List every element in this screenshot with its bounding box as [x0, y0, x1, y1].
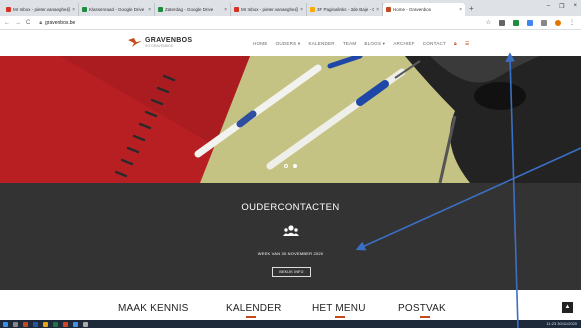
browser-tab[interactable]: Mr Inbox - pieter.vanaeghe@gra...× — [3, 3, 79, 16]
tab-title: Zaterdag - Google Drive — [165, 7, 214, 12]
screenshot: Mr Inbox - pieter.vanaeghe@gra...× Klass… — [0, 0, 581, 328]
star-icon[interactable]: ☆ — [486, 19, 491, 26]
window-controls: – ❐ × — [547, 3, 577, 10]
logo-bird-icon — [128, 37, 142, 47]
quick-link-underline — [420, 316, 430, 318]
taskbar-app-icon[interactable] — [73, 321, 78, 327]
close-icon[interactable]: × — [459, 7, 462, 13]
tab-favicon-icon — [310, 7, 315, 12]
close-icon[interactable]: × — [148, 7, 151, 13]
forward-button[interactable]: → — [15, 20, 21, 26]
back-button[interactable]: ← — [4, 20, 10, 26]
quick-link-kalender[interactable]: KALENDER — [226, 303, 282, 314]
taskbar-app-icon[interactable] — [83, 321, 88, 327]
nav-item-team[interactable]: TEAM — [343, 41, 357, 47]
quick-link-het-menu[interactable]: HET MENU — [312, 303, 366, 314]
start-icon[interactable] — [3, 321, 8, 327]
tab-title: 3F Paginalinks - 3de Baje - Go... — [317, 7, 374, 12]
bekijk-info-button[interactable]: BEKIJK INFO — [272, 267, 311, 277]
minimize-button[interactable]: – — [547, 3, 550, 10]
quick-links: MAAK KENNIS KALENDER HET MENU POSTVAK ▲ — [0, 290, 581, 320]
site-header: GRAVENBOS SO GRAVENBOS HOME OUDERS ▾ KAL… — [0, 30, 581, 56]
nav-item-home[interactable]: HOME — [253, 41, 268, 47]
quick-link-maak-kennis[interactable]: MAAK KENNIS — [118, 303, 189, 314]
logo-name: GRAVENBOS — [145, 37, 193, 44]
quick-link-underline — [335, 316, 345, 318]
nav-item-kalender[interactable]: KALENDER — [308, 41, 334, 47]
reload-button[interactable]: C — [26, 20, 30, 26]
extension-icon[interactable] — [527, 19, 533, 26]
browser-tab[interactable]: Zaterdag - Google Drive × — [155, 3, 231, 16]
nav-item-ouders[interactable]: OUDERS ▾ — [276, 41, 301, 47]
slider-dots — [0, 164, 581, 168]
tab-title: Klassenraad - Google Drive — [89, 7, 145, 12]
tab-favicon-icon — [234, 7, 239, 12]
lock-icon: 🔒︎ — [39, 19, 43, 26]
taskbar-app-icon[interactable] — [13, 321, 18, 327]
system-tray-clock: 11:23 30/11/2020 — [546, 321, 577, 326]
extension-icon[interactable] — [499, 19, 505, 26]
close-icon[interactable]: × — [300, 7, 303, 13]
tab-title: Mr Inbox - pieter.vanaeghe@gra... — [13, 7, 71, 12]
lock-icon[interactable]: 🔒︎ — [454, 41, 457, 47]
nav-item-archief[interactable]: ARCHIEF — [393, 41, 415, 47]
nav-item-contact[interactable]: CONTACT — [423, 41, 446, 47]
browser-tab-active[interactable]: Home - Gravenbos × — [383, 3, 465, 16]
section-date: WEEK VAN 30 NOVEMBER 2020 — [257, 251, 324, 256]
profile-avatar[interactable] — [555, 19, 561, 26]
taskbar-app-icon[interactable] — [53, 321, 58, 327]
logo-subtitle: SO GRAVENBOS — [145, 44, 173, 48]
url-text: gravenbos.be — [45, 19, 76, 26]
taskbar-app-icon[interactable] — [23, 321, 28, 327]
menu-icon[interactable]: ⋮ — [569, 19, 575, 26]
taskbar-app-icon[interactable] — [43, 321, 48, 327]
taskbar-app-icon[interactable] — [63, 321, 68, 327]
toolbar-extensions: ☆ ⋮ — [486, 19, 575, 26]
group-people-icon — [283, 225, 299, 236]
quick-link-underline — [246, 316, 256, 318]
maximize-button[interactable]: ❐ — [559, 3, 564, 10]
taskbar-app-icon[interactable] — [33, 321, 38, 327]
browser-tab[interactable]: Klassenraad - Google Drive × — [79, 3, 155, 16]
slider-dot-active[interactable] — [293, 164, 297, 168]
address-bar[interactable]: 🔒︎ gravenbos.be — [39, 20, 75, 26]
close-icon[interactable]: × — [72, 7, 75, 13]
section-title: OUDERCONTACTEN — [241, 202, 340, 213]
hero-slider — [0, 56, 581, 183]
hamburger-menu-icon[interactable]: ☰ — [465, 41, 470, 47]
extension-icon[interactable] — [513, 19, 519, 26]
browser-tab[interactable]: Mr Inbox - pieter.vanaeghe@gra...× — [231, 3, 307, 16]
oudercontacten-section: OUDERCONTACTEN WEEK VAN 30 NOVEMBER 2020… — [0, 183, 581, 290]
nav-item-blogs[interactable]: BLOGS ▾ — [364, 41, 385, 47]
close-icon[interactable]: × — [224, 7, 227, 13]
browser-tab-strip: Mr Inbox - pieter.vanaeghe@gra...× Klass… — [0, 0, 581, 16]
close-window-button[interactable]: × — [573, 3, 577, 10]
tab-favicon-icon — [158, 7, 163, 12]
tab-title: Mr Inbox - pieter.vanaeghe@gra... — [241, 7, 299, 12]
tab-title: Home - Gravenbos — [393, 7, 432, 12]
new-tab-button[interactable]: + — [469, 3, 474, 16]
slider-dot[interactable] — [284, 164, 288, 168]
main-navigation: HOME OUDERS ▾ KALENDER TEAM BLOGS ▾ ARCH… — [253, 41, 470, 47]
tab-favicon-icon — [6, 7, 11, 12]
browser-tab[interactable]: 3F Paginalinks - 3de Baje - Go...× — [307, 3, 383, 16]
close-icon[interactable]: × — [376, 7, 379, 13]
tab-favicon-icon — [82, 7, 87, 12]
quick-link-postvak[interactable]: POSTVAK — [398, 303, 446, 314]
site-logo[interactable]: GRAVENBOS SO GRAVENBOS — [128, 37, 192, 48]
tab-favicon-icon — [386, 7, 391, 12]
browser-toolbar: ← → C 🔒︎ gravenbos.be ☆ ⋮ — [0, 16, 581, 30]
extension-icon[interactable] — [541, 19, 547, 26]
os-taskbar: 11:23 30/11/2020 — [0, 320, 581, 328]
scroll-to-top-button[interactable]: ▲ — [562, 302, 573, 313]
